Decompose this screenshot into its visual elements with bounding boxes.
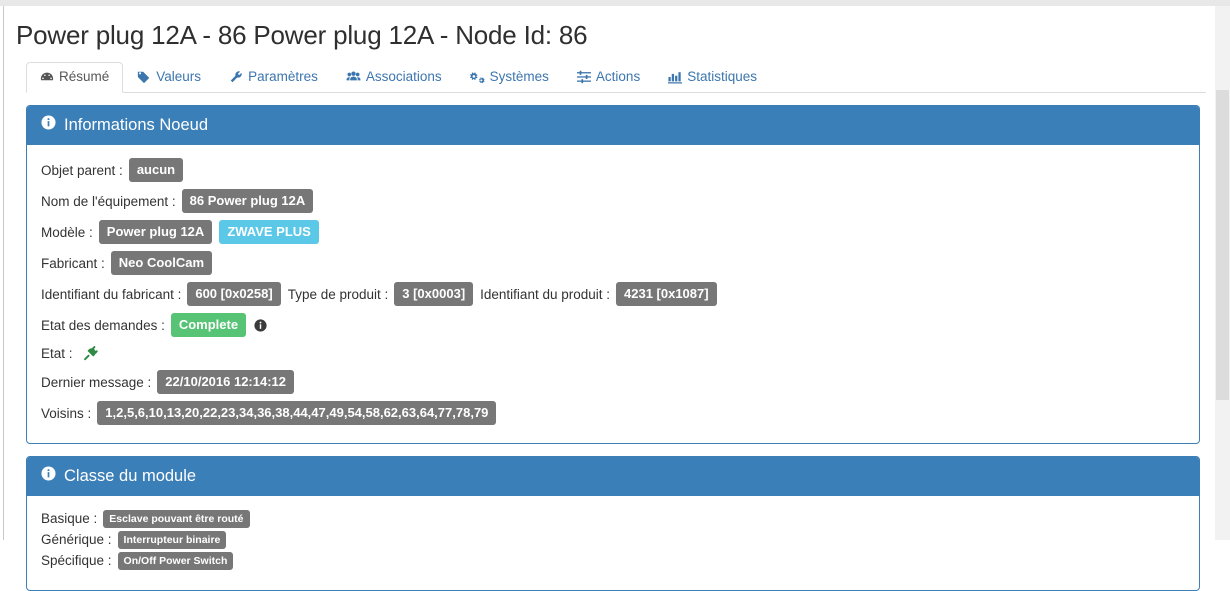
badge-request-state: Complete [170,313,247,337]
badge-product-type: 3 [0x0003] [394,282,474,306]
row-manufacturer: Fabricant : Neo CoolCam [41,251,1185,275]
info-circle-icon[interactable] [254,318,267,332]
scrollbar-track[interactable] [1215,6,1230,540]
gears-icon [469,70,485,84]
users-icon [346,70,361,84]
tab-label: Associations [365,69,442,84]
tab-parametres[interactable]: Paramètres [215,62,332,93]
tab-systemes[interactable]: Systèmes [456,62,563,93]
badge-neighbours: 1,2,5,6,10,13,20,22,23,34,36,38,44,47,49… [97,401,497,425]
badge-specific-class: On/Off Power Switch [117,551,234,570]
tab-associations[interactable]: Associations [332,62,456,93]
label-basic-class: Basique : [41,511,98,526]
panel-title: Informations Noeud [64,115,208,134]
tab-valeurs[interactable]: Valeurs [123,62,215,93]
label-state: Etat : [41,346,73,361]
badge-manufacturer: Neo CoolCam [110,251,213,275]
panel-title: Classe du module [64,466,197,485]
tab-resume[interactable]: Résumé [26,62,124,93]
info-circle-icon [41,115,56,135]
tab-bar: Résumé Valeurs Paramètres Associations S [26,62,1206,93]
label-last-message: Dernier message : [41,374,152,390]
dashboard-icon [40,70,54,84]
badge-manufacturer-id: 600 [0x0258] [187,282,281,306]
page-title: Power plug 12A - 86 Power plug 12A - Nod… [16,20,588,50]
panel-module-class-body: Basique : Esclave pouvant être routé Gén… [27,496,1199,590]
panel-node-info: Informations Noeud Objet parent : aucun … [26,105,1200,444]
badge-model: Power plug 12A [98,220,213,244]
label-product-id: Identifiant du produit : [480,286,610,302]
row-parent-object: Objet parent : aucun [41,158,1185,182]
row-device-name: Nom de l'équipement : 86 Power plug 12A [41,189,1185,213]
plug-icon [83,345,100,362]
tab-statistiques[interactable]: Statistiques [654,62,771,93]
badge-parent-object: aucun [128,158,184,182]
row-ids: Identifiant du fabricant : 600 [0x0258] … [41,282,1185,306]
tab-label: Actions [595,69,641,84]
row-basic-class: Basique : Esclave pouvant être routé [41,509,1185,528]
tab-label: Valeurs [156,69,202,84]
panel-node-info-body: Objet parent : aucun Nom de l'équipement… [27,145,1199,443]
info-circle-icon [41,466,56,486]
row-specific-class: Spécifique : On/Off Power Switch [41,551,1185,570]
label-neighbours: Voisins : [41,405,92,421]
badge-product-id: 4231 [0x1087] [616,282,717,306]
panel-module-class: Classe du module Basique : Esclave pouva… [26,456,1200,591]
label-manufacturer-id: Identifiant du fabricant : [41,286,182,302]
page-container: Power plug 12A - 86 Power plug 12A - Nod… [4,6,1230,591]
row-request-state: Etat des demandes : Complete [41,313,1185,337]
tab-label: Statistiques [687,69,757,84]
row-state: Etat : [41,344,1185,363]
badge-basic-class: Esclave pouvant être routé [103,509,250,528]
tab-actions[interactable]: Actions [563,62,654,93]
label-model: Modèle : [41,224,93,240]
panel-module-class-header: Classe du module [27,457,1199,496]
label-device-name: Nom de l'équipement : [41,193,176,209]
sliders-icon [576,70,591,84]
row-last-message: Dernier message : 22/10/2016 12:14:12 [41,370,1185,394]
wrench-icon [229,70,243,84]
label-specific-class: Spécifique : [41,553,112,568]
badge-last-message: 22/10/2016 12:14:12 [157,370,295,394]
label-product-type: Type de produit : [287,286,389,302]
label-manufacturer: Fabricant : [41,255,105,271]
tag-icon [137,70,151,84]
tab-label: Systèmes [489,69,549,84]
row-model: Modèle : Power plug 12A ZWAVE PLUS [41,220,1185,244]
badge-device-name: 86 Power plug 12A [181,189,314,213]
bar-chart-icon [668,70,683,84]
tab-label: Paramètres [248,69,318,84]
tab-label: Résumé [59,69,110,84]
row-neighbours: Voisins : 1,2,5,6,10,13,20,22,23,34,36,3… [41,401,1185,425]
badge-zwave-plus: ZWAVE PLUS [219,220,319,244]
scrollbar-thumb[interactable] [1216,90,1229,400]
label-parent-object: Objet parent : [41,162,123,178]
panel-node-info-header: Informations Noeud [27,106,1199,145]
label-request-state: Etat des demandes : [41,317,165,333]
